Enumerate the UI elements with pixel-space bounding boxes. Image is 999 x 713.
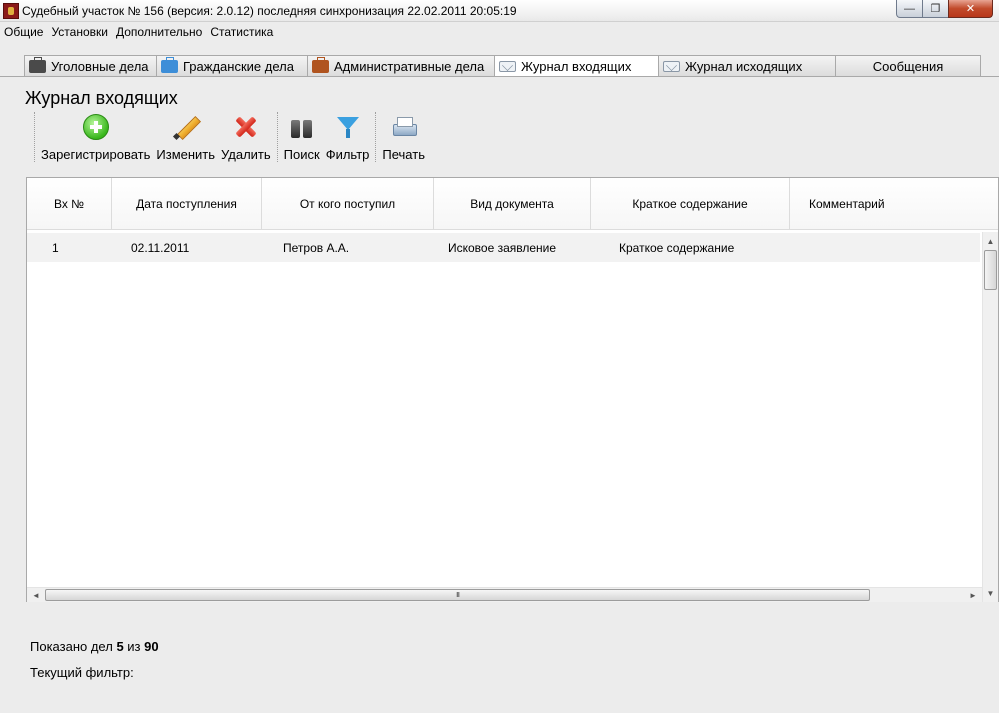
edit-label: Изменить — [156, 147, 216, 162]
briefcase-icon — [29, 56, 46, 73]
briefcase-icon — [161, 56, 178, 73]
register-label: Зарегистрировать — [41, 147, 151, 162]
cell-received-date: 02.11.2011 — [131, 240, 190, 255]
pencil-icon — [173, 114, 199, 140]
cell-summary: Краткое содержание — [619, 240, 735, 255]
tab-civil-cases[interactable]: Гражданские дела — [156, 55, 308, 76]
maximize-icon: ❐ — [930, 3, 941, 15]
tab-outgoing-journal[interactable]: Журнал исходящих — [658, 55, 836, 76]
search-button[interactable]: Поиск — [281, 112, 323, 164]
filter-label: Фильтр — [325, 147, 370, 162]
cell-document-type: Исковое заявление — [448, 240, 557, 255]
delete-button[interactable]: Удалить — [218, 112, 274, 164]
count-of: из — [127, 639, 141, 654]
filter-button[interactable]: Фильтр — [323, 112, 373, 164]
current-filter-label: Текущий фильтр: — [30, 665, 134, 680]
scroll-grip-icon: III — [456, 591, 460, 599]
cell-sender: Петров А.А. — [283, 240, 350, 255]
toolbar-separator — [276, 112, 278, 162]
minimize-button[interactable]: — — [896, 0, 923, 18]
envelope-icon — [499, 61, 516, 72]
binoculars-icon — [289, 114, 315, 140]
menu-settings[interactable]: Установки — [47, 23, 111, 41]
envelope-icon — [663, 60, 680, 72]
tab-label: Административные дела — [334, 58, 485, 74]
tab-strip: Уголовные дела Гражданские дела Админист… — [24, 55, 981, 77]
column-header-sender[interactable]: От кого поступил — [262, 178, 434, 229]
toolbar: Зарегистрировать Изменить Удалить Поиск … — [31, 112, 428, 164]
print-button[interactable]: Печать — [379, 112, 428, 164]
horizontal-scrollbar[interactable]: ◄ III ► — [27, 587, 982, 602]
toolbar-separator — [34, 112, 35, 162]
column-header-document-type[interactable]: Вид документа — [434, 178, 591, 229]
register-button[interactable]: Зарегистрировать — [38, 112, 153, 164]
column-header-comment[interactable]: Комментарий — [790, 178, 990, 229]
add-icon — [82, 114, 109, 140]
menu-additional[interactable]: Дополнительно — [112, 23, 206, 41]
maximize-button[interactable]: ❐ — [922, 0, 949, 18]
vertical-scroll-thumb[interactable] — [984, 250, 997, 290]
column-header-summary[interactable]: Краткое содержание — [591, 178, 790, 229]
print-label: Печать — [382, 147, 425, 162]
scroll-left-arrow-icon[interactable]: ◄ — [29, 588, 43, 603]
title-bar: Судебный участок № 156 (версия: 2.0.12) … — [0, 0, 999, 22]
window-title: Судебный участок № 156 (версия: 2.0.12) … — [22, 4, 517, 18]
minimize-icon: — — [904, 2, 915, 15]
column-header-received-date[interactable]: Дата поступления — [112, 178, 262, 229]
menu-general[interactable]: Общие — [0, 23, 47, 41]
app-icon — [3, 3, 19, 19]
filter-icon — [335, 114, 361, 140]
vertical-scrollbar[interactable]: ▲ ▼ — [982, 232, 998, 602]
window-controls: — ❐ ✕ — [896, 0, 993, 18]
briefcase-icon — [312, 56, 329, 73]
scroll-down-arrow-icon[interactable]: ▼ — [983, 586, 998, 600]
tab-messages[interactable]: Сообщения — [835, 55, 981, 76]
table-row[interactable]: 1 02.11.2011 Петров А.А. Исковое заявлен… — [27, 233, 980, 262]
tab-administrative-cases[interactable]: Административные дела — [307, 55, 495, 76]
total-count: 90 — [144, 639, 159, 654]
cell-incoming-number: 1 — [52, 240, 59, 255]
tab-divider — [0, 76, 999, 77]
count-prefix: Показано дел — [30, 639, 113, 654]
tab-label: Журнал исходящих — [685, 58, 803, 74]
scroll-right-arrow-icon[interactable]: ► — [966, 588, 980, 603]
records-count: Показано дел 5 из 90 — [30, 639, 159, 654]
menu-bar: Общие Установки Дополнительно Статистика — [0, 23, 277, 41]
incoming-journal-table: Вх № Дата поступления От кого поступил В… — [26, 177, 999, 602]
menu-statistics[interactable]: Статистика — [206, 23, 277, 41]
tab-label: Журнал входящих — [521, 59, 632, 74]
search-label: Поиск — [283, 147, 320, 162]
delete-icon — [233, 114, 259, 140]
column-header-incoming-number[interactable]: Вх № — [27, 178, 112, 229]
tab-label: Сообщения — [872, 58, 944, 74]
printer-icon — [391, 114, 417, 140]
tab-label: Гражданские дела — [183, 58, 294, 74]
table-header: Вх № Дата поступления От кого поступил В… — [27, 178, 998, 230]
delete-label: Удалить — [221, 147, 271, 162]
tab-criminal-cases[interactable]: Уголовные дела — [24, 55, 157, 76]
tab-incoming-journal[interactable]: Журнал входящих — [494, 55, 659, 77]
shown-count: 5 — [116, 639, 124, 654]
edit-button[interactable]: Изменить — [153, 112, 218, 164]
toolbar-separator — [375, 112, 377, 162]
close-icon: ✕ — [965, 3, 976, 15]
tab-label: Уголовные дела — [51, 58, 149, 74]
horizontal-scroll-thumb[interactable]: III — [45, 589, 870, 601]
close-button[interactable]: ✕ — [948, 0, 993, 18]
scroll-up-arrow-icon[interactable]: ▲ — [983, 234, 998, 248]
page-title: Журнал входящих — [25, 88, 178, 108]
